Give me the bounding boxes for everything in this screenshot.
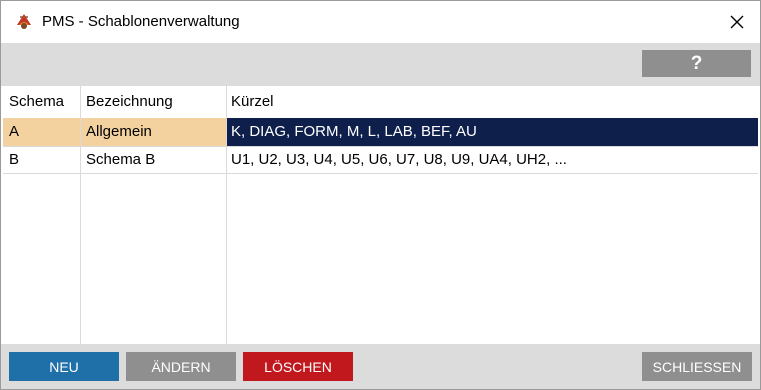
table-row[interactable]: B Schema B U1, U2, U3, U4, U5, U6, U7, U… — [3, 146, 758, 174]
column-divider — [80, 86, 81, 344]
row-divider — [3, 173, 758, 174]
help-button[interactable]: ? — [642, 50, 751, 77]
aendern-button[interactable]: ÄNDERN — [126, 352, 236, 381]
schliessen-button[interactable]: SCHLIESSEN — [642, 352, 752, 381]
loeschen-button[interactable]: LÖSCHEN — [243, 352, 353, 381]
close-icon — [730, 15, 744, 29]
cell-kuerzel: K, DIAG, FORM, M, L, LAB, BEF, AU — [231, 123, 477, 140]
pms-logo-icon — [14, 11, 34, 31]
column-header-kuerzel[interactable]: Kürzel — [231, 86, 274, 118]
column-header-bezeichnung[interactable]: Bezeichnung — [86, 86, 173, 118]
cell-bezeichnung: Allgemein — [80, 118, 226, 146]
table-row[interactable]: A Allgemein K, DIAG, FORM, M, L, LAB, BE… — [3, 118, 758, 146]
cell-schema: B — [9, 151, 20, 168]
window-title: PMS - Schablonenverwaltung — [42, 13, 240, 30]
column-divider — [226, 86, 227, 344]
cell-bezeichnung: Schema B — [86, 151, 156, 168]
template-table: Schema Bezeichnung Kürzel A Allgemein K,… — [3, 86, 758, 344]
column-header-schema[interactable]: Schema — [9, 86, 64, 118]
button-bar: NEU ÄNDERN LÖSCHEN SCHLIESSEN — [1, 344, 760, 389]
neu-button[interactable]: NEU — [9, 352, 119, 381]
title-bar: PMS - Schablonenverwaltung — [1, 1, 760, 43]
cell-kuerzel: U1, U2, U3, U4, U5, U6, U7, U8, U9, UA4,… — [231, 151, 567, 168]
dialog-window: PMS - Schablonenverwaltung ? Schema Beze… — [0, 0, 761, 390]
toolbar: ? — [1, 43, 760, 86]
close-button[interactable] — [722, 7, 752, 37]
cell-schema: A — [3, 118, 80, 146]
